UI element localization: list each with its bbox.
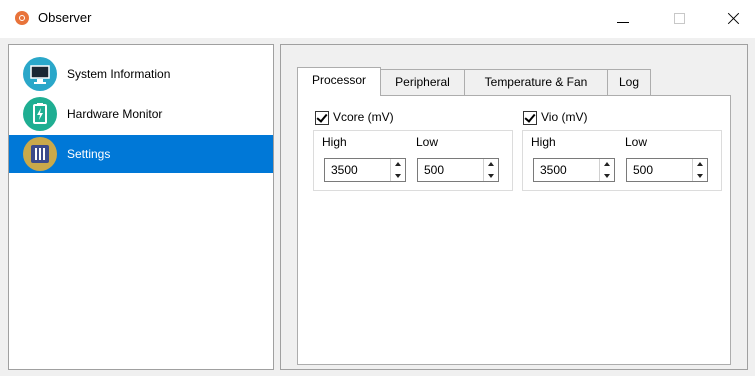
vcore-high-spinbox[interactable]: 3500: [324, 158, 406, 182]
sidebar-item-system-information[interactable]: System Information: [9, 55, 273, 93]
sidebar-item-label: Hardware Monitor: [67, 107, 163, 121]
settings-panel: Processor Peripheral Temperature & Fan L…: [280, 44, 748, 370]
vcore-low-value: 500: [424, 163, 445, 177]
window-title: Observer: [38, 10, 92, 25]
spin-buttons: [692, 159, 707, 181]
spin-up-icon[interactable]: [693, 159, 707, 170]
vio-low-label: Low: [625, 135, 648, 149]
vcore-high-value: 3500: [331, 163, 358, 177]
vio-high-label: High: [531, 135, 556, 149]
tab-temperature-fan[interactable]: Temperature & Fan: [464, 69, 608, 95]
spin-down-icon[interactable]: [600, 170, 614, 181]
tab-peripheral[interactable]: Peripheral: [380, 69, 465, 95]
vcore-low-label: Low: [416, 135, 439, 149]
minimize-button[interactable]: [600, 0, 646, 38]
vio-high-value: 3500: [540, 163, 567, 177]
tab-processor[interactable]: Processor: [297, 67, 381, 96]
vio-label: Vio (mV): [541, 110, 588, 124]
sidebar-item-settings[interactable]: Settings: [9, 135, 273, 173]
vio-group: High Low 3500 500: [522, 130, 722, 191]
vcore-label: Vcore (mV): [333, 110, 394, 124]
sidebar-item-label: System Information: [67, 67, 171, 81]
battery-icon: [23, 97, 57, 131]
spin-down-icon[interactable]: [484, 170, 498, 181]
title-bar: Observer: [0, 0, 755, 38]
vcore-high-label: High: [322, 135, 347, 149]
spin-up-icon[interactable]: [600, 159, 614, 170]
spin-down-icon[interactable]: [693, 170, 707, 181]
vio-low-spinbox[interactable]: 500: [626, 158, 708, 182]
spin-up-icon[interactable]: [391, 159, 405, 170]
close-button[interactable]: [711, 0, 755, 38]
observer-app-icon: [15, 11, 29, 25]
processor-tab-content: Vcore (mV) High Low 3500 500 Vio (mV) Hi…: [297, 95, 731, 365]
spin-down-icon[interactable]: [391, 170, 405, 181]
sidebar-nav: System Information Hardware Monitor Sett…: [8, 44, 274, 370]
maximize-button[interactable]: [656, 0, 702, 38]
vcore-low-spinbox[interactable]: 500: [417, 158, 499, 182]
monitor-icon: [23, 57, 57, 91]
tab-log[interactable]: Log: [607, 69, 651, 95]
vio-low-value: 500: [633, 163, 654, 177]
vcore-group: High Low 3500 500: [313, 130, 513, 191]
vio-checkbox[interactable]: [523, 111, 537, 125]
vio-high-spinbox[interactable]: 3500: [533, 158, 615, 182]
spin-up-icon[interactable]: [484, 159, 498, 170]
vcore-checkbox[interactable]: [315, 111, 329, 125]
spin-buttons: [599, 159, 614, 181]
spin-buttons: [390, 159, 405, 181]
sidebar-item-hardware-monitor[interactable]: Hardware Monitor: [9, 95, 273, 133]
sliders-icon: [23, 137, 57, 171]
spin-buttons: [483, 159, 498, 181]
sidebar-item-label: Settings: [67, 147, 111, 161]
